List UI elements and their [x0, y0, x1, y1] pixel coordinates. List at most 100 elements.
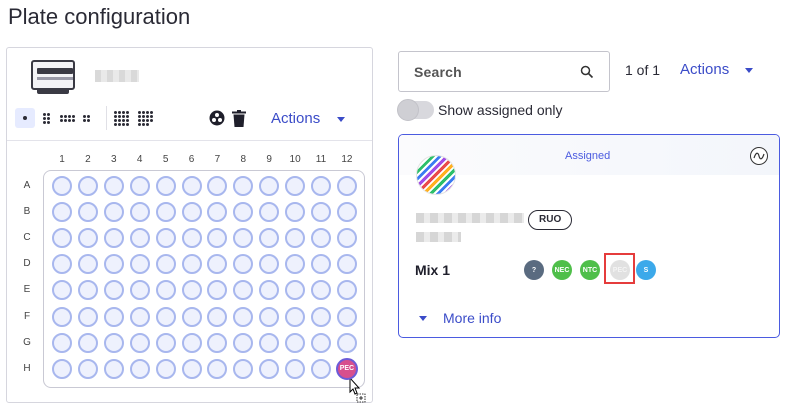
plate-well[interactable]: [181, 280, 202, 301]
kit-actions-menu[interactable]: Actions: [680, 61, 729, 78]
plate-well[interactable]: [181, 254, 202, 275]
plate-column-label[interactable]: 4: [130, 154, 150, 165]
plate-well[interactable]: [155, 176, 176, 196]
plate-well[interactable]: [103, 202, 124, 223]
plate-well[interactable]: [52, 176, 72, 196]
plate-column-label[interactable]: 11: [311, 154, 331, 165]
reagent-chip[interactable]: NTC: [580, 260, 600, 280]
plate-well[interactable]: [336, 332, 357, 353]
plate-well[interactable]: [155, 332, 176, 353]
plate-well[interactable]: [77, 306, 98, 327]
reagent-chip[interactable]: PEC: [610, 260, 630, 280]
search-input[interactable]: Search: [414, 64, 462, 80]
plate-row-label[interactable]: D: [21, 258, 33, 269]
plate-well[interactable]: [233, 358, 254, 379]
plate-well[interactable]: [129, 358, 150, 379]
plate-well[interactable]: [207, 358, 228, 379]
plate-column-label[interactable]: 2: [78, 154, 98, 165]
plate-well[interactable]: [155, 306, 176, 327]
plate-well[interactable]: [207, 306, 228, 327]
more-info-link[interactable]: More info: [443, 310, 501, 326]
plate-well[interactable]: [155, 280, 176, 301]
plate-column-label[interactable]: 5: [156, 154, 176, 165]
plate-actions-menu[interactable]: Actions: [271, 110, 320, 127]
plate-well[interactable]: [155, 358, 176, 379]
select-2x4-layout-button[interactable]: [39, 108, 53, 128]
plate-well[interactable]: [233, 332, 254, 353]
reagent-chip[interactable]: NEC: [552, 260, 572, 280]
plate-well[interactable]: [155, 228, 176, 249]
plate-well[interactable]: [181, 228, 202, 249]
plate-well[interactable]: [311, 358, 331, 379]
plate-well[interactable]: [155, 254, 176, 275]
plate-row-label[interactable]: E: [21, 284, 33, 295]
plate-well[interactable]: [129, 280, 150, 301]
plate-well[interactable]: [181, 358, 202, 379]
plate-well[interactable]: [155, 202, 176, 223]
plate-well[interactable]: [77, 358, 98, 379]
plate-well[interactable]: [181, 332, 202, 353]
plate-well[interactable]: [285, 306, 306, 327]
select-single-well-button[interactable]: [15, 108, 35, 128]
chevron-down-icon[interactable]: [419, 316, 427, 321]
plate-row-label[interactable]: G: [21, 337, 33, 348]
search-icon[interactable]: [580, 65, 594, 84]
plate-row-label[interactable]: B: [21, 206, 33, 217]
plate-well[interactable]: [103, 176, 124, 196]
plate-well[interactable]: [77, 176, 98, 196]
kit-card[interactable]: Assigned RUO Mix 1 More info ? NEC NTC PEC S: [398, 134, 780, 338]
search-field[interactable]: Search: [398, 51, 610, 92]
plate-well[interactable]: [207, 332, 228, 353]
plate-well[interactable]: [336, 176, 357, 196]
reagent-chip[interactable]: S: [636, 260, 656, 280]
plate-row-label[interactable]: F: [21, 311, 33, 322]
plate-well[interactable]: [52, 332, 72, 353]
plate-row-label[interactable]: A: [21, 180, 33, 191]
plate-well[interactable]: [52, 202, 72, 223]
plate-row-label[interactable]: H: [21, 363, 33, 374]
plate-well[interactable]: [77, 332, 98, 353]
plate-well[interactable]: [77, 202, 98, 223]
plate-well[interactable]: [52, 306, 72, 327]
plate-well[interactable]: [259, 358, 280, 379]
clear-selection-button[interactable]: [135, 108, 155, 128]
plate-well[interactable]: [103, 228, 124, 249]
select-all-wells-button[interactable]: [111, 108, 131, 128]
reagent-chip[interactable]: ?: [524, 260, 544, 280]
plate-well[interactable]: [103, 306, 124, 327]
plate-well[interactable]: [285, 176, 306, 196]
plate-well[interactable]: [103, 254, 124, 275]
plate-well[interactable]: [259, 332, 280, 353]
plate-well[interactable]: [336, 228, 357, 249]
plate-column-label[interactable]: 10: [285, 154, 305, 165]
assign-reagents-icon[interactable]: [208, 108, 226, 128]
plate-well[interactable]: [129, 254, 150, 275]
show-assigned-toggle[interactable]: [397, 99, 434, 121]
plate-well[interactable]: [77, 228, 98, 249]
plate-column-label[interactable]: 6: [182, 154, 202, 165]
chevron-down-icon[interactable]: [337, 117, 345, 122]
plate-well-assigned[interactable]: PEC: [335, 357, 358, 380]
plate-column-label[interactable]: 12: [337, 154, 357, 165]
plate-column-label[interactable]: 8: [233, 154, 253, 165]
plate-well[interactable]: [129, 306, 150, 327]
plate-well[interactable]: [311, 306, 331, 327]
plate-column-label[interactable]: 7: [207, 154, 227, 165]
plate-well[interactable]: [181, 202, 202, 223]
plate-well[interactable]: [103, 358, 124, 379]
plate-column-label[interactable]: 1: [52, 154, 72, 165]
plate-well[interactable]: [336, 202, 357, 223]
plate-well[interactable]: [233, 306, 254, 327]
plate-well[interactable]: [181, 306, 202, 327]
plate-well[interactable]: [129, 228, 150, 249]
plate-column-label[interactable]: 3: [104, 154, 124, 165]
trash-icon[interactable]: [230, 108, 248, 128]
plate-well[interactable]: [129, 202, 150, 223]
plate-well[interactable]: [259, 306, 280, 327]
plate-well[interactable]: [52, 358, 72, 379]
plate-well[interactable]: [285, 332, 306, 353]
plate-well[interactable]: [311, 176, 331, 196]
plate-well[interactable]: [103, 332, 124, 353]
plate-row-label[interactable]: C: [21, 232, 33, 243]
select-4x2-layout-button[interactable]: [58, 108, 76, 128]
